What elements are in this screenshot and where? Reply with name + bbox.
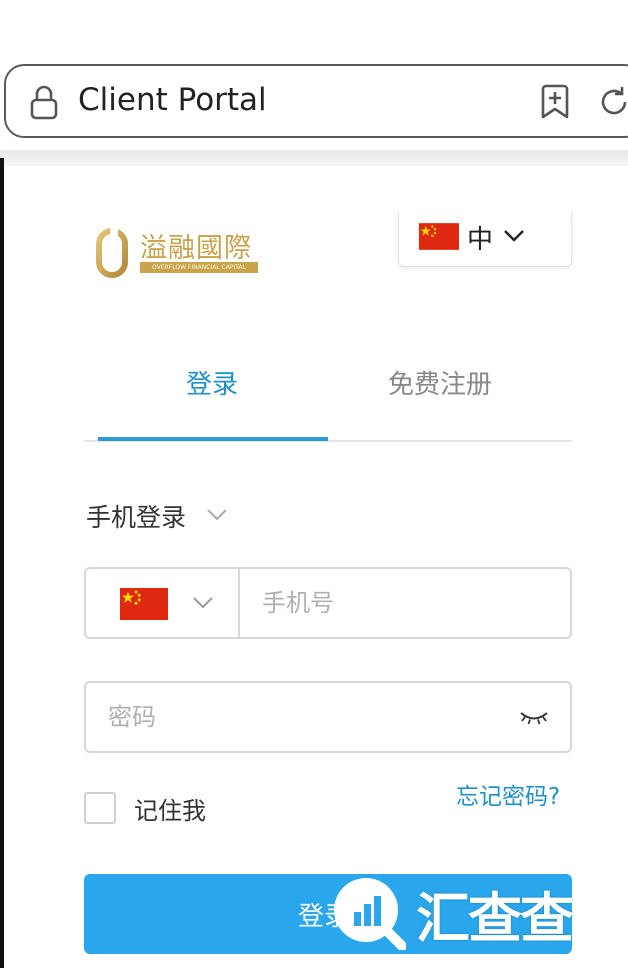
watermark-text: 汇查查 (416, 887, 574, 950)
page-title: Client Portal (78, 82, 267, 118)
password-field-group (84, 681, 572, 753)
brand-logo: 溢融國際 OVERFLOW FINANCIAL CAPITAL (96, 226, 262, 280)
active-tab-indicator (98, 437, 328, 441)
brand-name: 溢融國際 (140, 233, 252, 264)
forgot-password-link[interactable]: 忘记密码? (456, 777, 560, 811)
password-input[interactable] (108, 697, 508, 737)
chevron-down-icon (193, 597, 213, 609)
chevron-down-icon[interactable] (206, 508, 228, 522)
window-edge (0, 158, 4, 968)
china-flag-icon (120, 588, 168, 620)
eye-closed-icon[interactable] (518, 707, 550, 727)
login-method-selector[interactable]: 手机登录 (86, 498, 186, 534)
phone-input[interactable] (262, 583, 552, 623)
remember-me-checkbox[interactable] (84, 792, 116, 824)
tab-login[interactable]: 登录 (186, 364, 238, 401)
page: Client Portal 溢融國際 OVERFLOW FINANCIAL CA… (0, 0, 628, 968)
remember-me-label: 记住我 (134, 797, 206, 825)
brand-logo-mark-icon (96, 228, 128, 278)
language-selector[interactable]: 中 (398, 213, 572, 267)
bookmark-add-icon[interactable] (538, 84, 572, 120)
reload-icon[interactable] (596, 84, 628, 120)
lock-icon (30, 85, 58, 120)
chevron-down-icon (504, 230, 524, 242)
language-label: 中 (467, 225, 494, 255)
watermark-magnifier-icon (334, 878, 406, 950)
brand-name-english: OVERFLOW FINANCIAL CAPITAL (140, 262, 258, 273)
url-bar[interactable]: Client Portal (4, 64, 628, 138)
country-code-selector[interactable] (86, 569, 240, 637)
china-flag-icon (419, 223, 459, 250)
toolbar-shadow (0, 150, 628, 166)
phone-field-group (84, 567, 572, 639)
tab-register[interactable]: 免费注册 (388, 364, 492, 401)
